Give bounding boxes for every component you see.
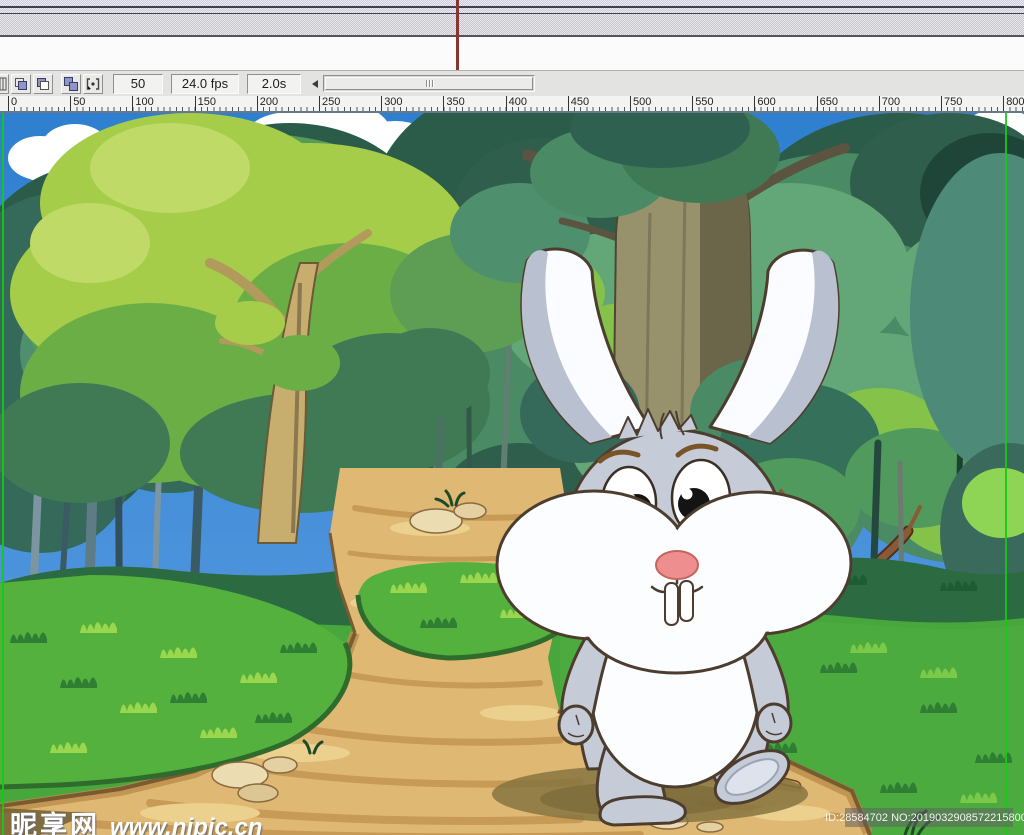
- watermark-site-url: www.nipic.cn: [110, 814, 262, 835]
- forest-scene: [0, 113, 1024, 835]
- onion-skin-button[interactable]: [11, 74, 31, 94]
- edit-multiple-frames-icon: [63, 76, 79, 92]
- modify-onion-markers-icon: [85, 76, 101, 92]
- watermark-site-name: 昵享网: [10, 811, 100, 835]
- timeline-playhead[interactable]: [456, 0, 459, 70]
- center-frame-button[interactable]: [0, 74, 9, 94]
- ruler-major-tick: [195, 96, 196, 111]
- current-frame-field[interactable]: 50: [113, 74, 163, 94]
- ruler-label: 400: [509, 96, 527, 108]
- ruler-label: 650: [820, 96, 838, 108]
- rabbit-nose: [656, 551, 698, 579]
- timeline-lower-area: [0, 37, 1024, 70]
- center-frame-icon: [0, 76, 7, 92]
- timeline-scrollbar[interactable]: [323, 75, 535, 92]
- onion-skin-outlines-icon: [35, 76, 51, 92]
- ruler-major-tick: [381, 96, 382, 111]
- ruler-label: 600: [757, 96, 775, 108]
- timeline-status-toolbar: 50 24.0 fps 2.0s: [0, 70, 1024, 96]
- onion-skin-icon: [13, 76, 29, 92]
- stage-canvas[interactable]: 昵享网 www.nipic.cn ID:28584702 NO:201903290…: [0, 113, 1024, 835]
- ruler-label: 550: [695, 96, 713, 108]
- modify-onion-markers-button[interactable]: [83, 74, 103, 94]
- scrollbar-grip: [429, 80, 430, 87]
- timeline-frames-area[interactable]: [0, 0, 1024, 70]
- ruler-major-tick: [879, 96, 880, 111]
- ruler-major-tick: [941, 96, 942, 111]
- ruler-major-tick: [8, 96, 9, 111]
- ruler-label: 300: [384, 96, 402, 108]
- ruler-label: 250: [322, 96, 340, 108]
- ruler-major-tick: [692, 96, 693, 111]
- onion-skin-outlines-button[interactable]: [33, 74, 53, 94]
- stage-ruler[interactable]: 0 50 100 150 200 250 300 350 400 450 500 550 600 650 7…: [0, 96, 1024, 113]
- ruler-major-tick: [443, 96, 444, 111]
- scroll-left-button[interactable]: [307, 75, 323, 93]
- ruler-major-tick: [257, 96, 258, 111]
- ruler-major-tick: [568, 96, 569, 111]
- ruler-label: 350: [446, 96, 464, 108]
- ruler-label: 50: [73, 96, 85, 108]
- ruler-label: 150: [198, 96, 216, 108]
- ruler-major-tick: [630, 96, 631, 111]
- watermark-id-badge: ID:28584702 NO:20190329085722158000: [845, 808, 1013, 827]
- ruler-label: 500: [633, 96, 651, 108]
- ruler-major-tick: [1003, 96, 1004, 111]
- watermark-site: 昵享网 www.nipic.cn: [10, 804, 262, 835]
- ruler-major-tick: [754, 96, 755, 111]
- ruler-label: 700: [882, 96, 900, 108]
- scrollbar-grip: [426, 80, 427, 87]
- ruler-label: 800: [1006, 96, 1024, 108]
- flash-editor-window: 50 24.0 fps 2.0s 0 50 100 150 200 250 300 350 40…: [0, 0, 1024, 835]
- watermark-id-text: ID:28584702 NO:20190329085722158000: [825, 812, 1024, 824]
- ruler-label: 0: [11, 96, 17, 108]
- ruler-label: 100: [135, 96, 153, 108]
- ruler-label: 450: [571, 96, 589, 108]
- edit-multiple-frames-button[interactable]: [61, 74, 81, 94]
- timeline-empty-frames-area[interactable]: [0, 14, 1024, 35]
- scroll-left-arrow-icon: [312, 80, 318, 88]
- ruler-major-tick: [817, 96, 818, 111]
- ruler-major-tick: [319, 96, 320, 111]
- ruler-label: 200: [260, 96, 278, 108]
- timeline-scrollbar-thumb[interactable]: [325, 77, 533, 90]
- scrollbar-grip: [432, 80, 433, 87]
- stage-guide-right: [1005, 113, 1007, 835]
- ruler-label: 750: [944, 96, 962, 108]
- elapsed-time-field: 2.0s: [247, 74, 301, 94]
- frame-rate-field[interactable]: 24.0 fps: [171, 74, 239, 94]
- ruler-major-tick: [132, 96, 133, 111]
- stage-guide-left: [2, 113, 4, 835]
- ruler-major-tick: [506, 96, 507, 111]
- ruler-major-tick: [70, 96, 71, 111]
